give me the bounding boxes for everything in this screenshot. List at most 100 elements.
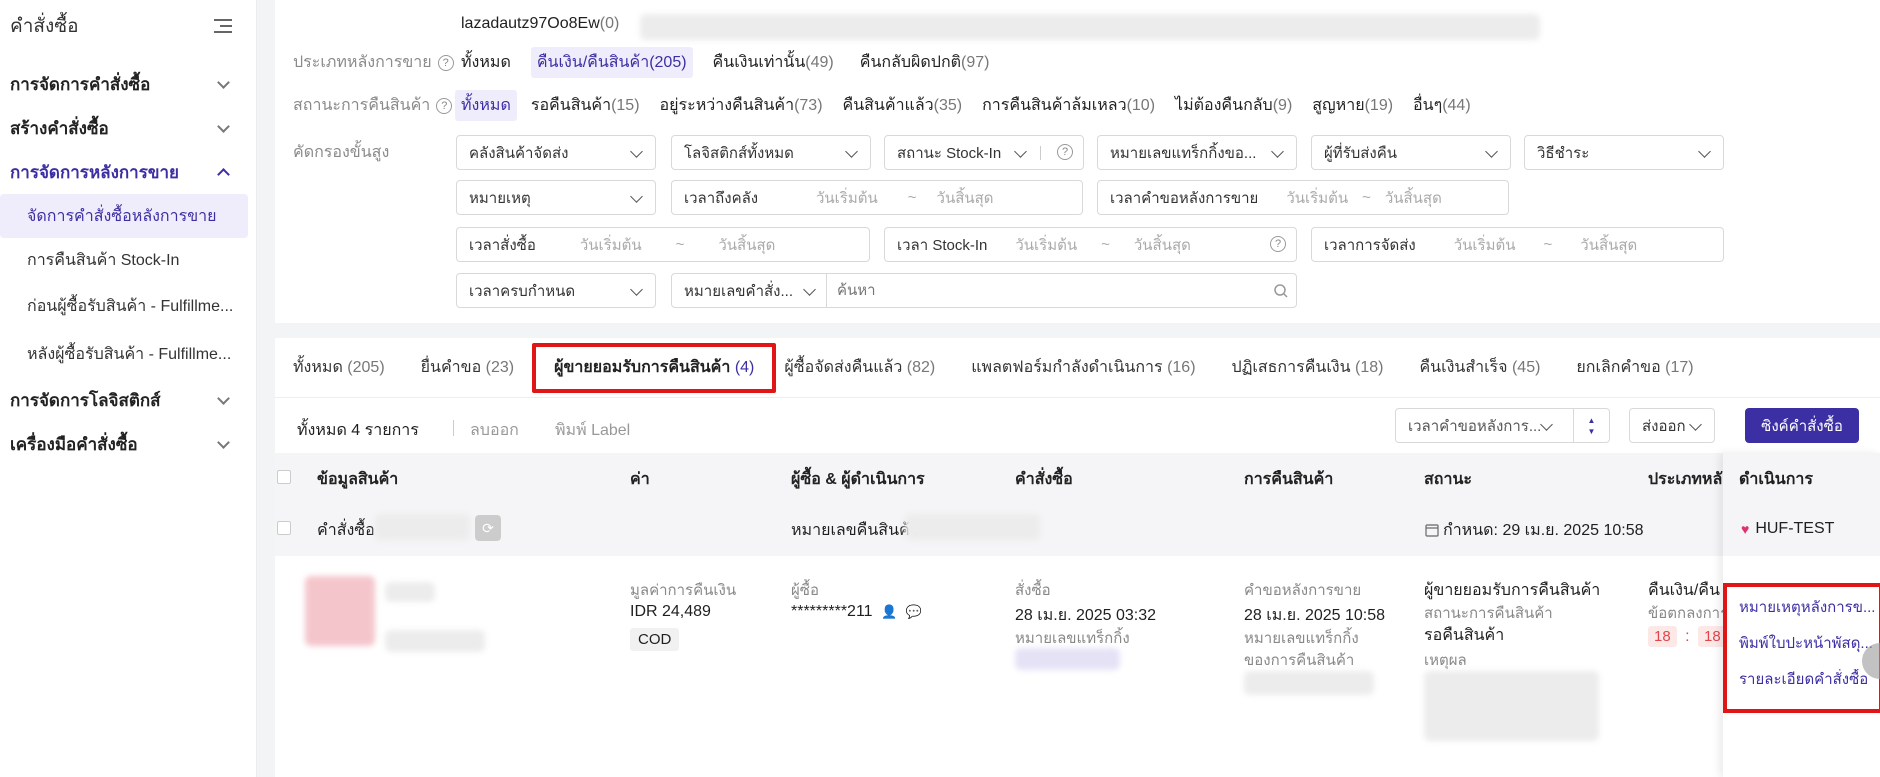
help-icon[interactable]: ?	[436, 97, 453, 114]
chip-status-pending[interactable]: รอคืนสินค้า(15)	[525, 90, 646, 121]
collapse-menu-icon[interactable]	[214, 18, 232, 34]
shop-label: ♥ HUF-TEST	[1723, 501, 1880, 556]
search-icon[interactable]	[1266, 283, 1296, 299]
action-links: หมายเหตุหลังการข... พิมพ์ใบปะหน้าพัสดุ..…	[1723, 583, 1880, 713]
chip-status-no-return[interactable]: ไม่ต้องคืนกลับ(9)	[1169, 90, 1298, 121]
payment-badge: COD	[630, 628, 680, 651]
delete-button[interactable]: ลบออก	[470, 418, 519, 443]
stockin-status-select[interactable]: สถานะ Stock-In?	[884, 135, 1084, 170]
chevron-down-icon	[217, 435, 230, 449]
calendar-icon	[1425, 524, 1439, 537]
order-detail-link[interactable]: รายละเอียดคำสั่งซื้อ	[1739, 669, 1879, 705]
chip-type-abnormal[interactable]: คืนกลับผิดปกติ(97)	[854, 47, 996, 78]
tab-refund-rejected[interactable]: ปฏิเสธการคืนเงิน (18)	[1214, 355, 1402, 380]
export-button[interactable]: ส่งออก	[1629, 408, 1715, 443]
order-time-range[interactable]: เวลาสั่งซื้อ วันเริ่มต้น ~ วันสิ้นสุด	[456, 227, 870, 262]
chip-status-other[interactable]: อื่นๆ(44)	[1407, 90, 1477, 121]
chip-status-returned[interactable]: คืนสินค้าแล้ว(35)	[837, 90, 969, 121]
sort-select[interactable]: เวลาคำขอหลังการ... ▲ ▼	[1395, 408, 1610, 443]
sidebar-group-create-order[interactable]: สร้างคำสั่งซื้อ	[0, 106, 256, 150]
sidebar-group-logistics[interactable]: การจัดการโลจิสติกส์	[0, 378, 256, 422]
payment-select[interactable]: วิธีชำระ	[1524, 135, 1724, 170]
print-shipping-label-link[interactable]: พิมพ์ใบปะหน้าพัสดุ...	[1739, 633, 1879, 669]
product-thumbnail[interactable]	[305, 576, 375, 646]
tab-all[interactable]: ทั้งหมด (205)	[275, 355, 403, 380]
order-no-type-select[interactable]: หมายเลขคำสั่ง...	[672, 274, 827, 307]
tab-platform-processing[interactable]: แพลตฟอร์มกำลังดำเนินการ (16)	[953, 355, 1213, 380]
request-time: 28 เม.ย. 2025 10:58	[1244, 607, 1386, 624]
logistics-select[interactable]: โลจิสติกส์ทั้งหมด	[671, 135, 871, 170]
chip-status-failed[interactable]: การคืนสินค้าล้มเหลว(10)	[976, 90, 1161, 121]
sidebar-group-order-management[interactable]: การจัดการคำสั่งซื้อ	[0, 62, 256, 106]
sidebar-item-before-receive[interactable]: ก่อนผู้ซื้อรับสินค้า - Fulfillme...	[0, 282, 256, 330]
sidebar-item-after-receive[interactable]: หลังผู้ซื้อรับสินค้า - Fulfillme...	[0, 330, 256, 378]
chip-status-returning[interactable]: อยู่ระหว่างคืนสินค้า(73)	[654, 90, 829, 121]
stockin-time-range[interactable]: เวลา Stock-In วันเริ่มต้น ~ วันสิ้นสุด?	[884, 227, 1297, 262]
chevron-down-icon	[1014, 145, 1027, 158]
tab-buyer-shipped[interactable]: ผู้ซื้อจัดส่งคืนแล้ว (82)	[776, 355, 953, 380]
help-icon[interactable]: ?	[1270, 236, 1286, 252]
sidebar-group-order-tools[interactable]: เครื่องมือคำสั่งซื้อ	[0, 422, 256, 466]
copy-icon[interactable]: ⟳	[475, 515, 501, 541]
sidebar-item-aftersale-orders[interactable]: จัดการคำสั่งซื้อหลังการขาย	[0, 194, 248, 238]
warehouse-time-range[interactable]: เวลาถึงคลัง วันเริ่มต้น ~ วันสิ้นสุด	[671, 180, 1083, 215]
results-panel: ทั้งหมด (205) ยื่นคำขอ (23) ผู้ขายยอมรับ…	[275, 338, 1880, 777]
chevron-down-icon	[803, 283, 816, 296]
blurred-order-id	[375, 514, 470, 540]
total-count: ทั้งหมด 4 รายการ	[297, 422, 419, 439]
return-status-value: รอคืนสินค้า	[1424, 627, 1505, 644]
warehouse-select[interactable]: คลังสินค้าจัดส่ง	[456, 135, 656, 170]
chip-type-refund-return[interactable]: คืนเงิน/คืนสินค้า(205)	[530, 47, 693, 78]
status-title: ผู้ขายยอมรับการคืนสินค้า	[1424, 582, 1601, 599]
tab-seller-accepted[interactable]: ผู้ขายยอมรับการคืนสินค้า (4)	[532, 342, 777, 393]
aftersale-request-time-range[interactable]: เวลาคำขอหลังการขาย วันเริ่มต้น ~ วันสิ้นสุด	[1097, 180, 1509, 215]
order-search-group: หมายเลขคำสั่ง...	[671, 273, 1297, 308]
receiver-select[interactable]: ผู้ที่รับส่งคืน	[1311, 135, 1511, 170]
help-icon[interactable]: ?	[1057, 144, 1073, 160]
sidebar-item-stockin-return[interactable]: การคืนสินค้า Stock-In	[0, 238, 256, 282]
chip-status-all[interactable]: ทั้งหมด	[455, 90, 517, 121]
reason-select[interactable]: หมายเหตุ	[456, 180, 656, 215]
table-row-group-header: คำสั่งซื้อ ⟳ หมายเลขคืนสินค้า กำหนด: 29 …	[275, 501, 1880, 556]
sidebar-header: คำสั่งซื้อ	[0, 0, 256, 52]
chevron-down-icon	[217, 391, 230, 405]
sidebar-title: คำสั่งซื้อ	[10, 16, 79, 37]
tab-refund-success[interactable]: คืนเงินสำเร็จ (45)	[1401, 355, 1558, 380]
deadline-text: กำหนด: 29 เม.ย. 2025 10:58	[1425, 518, 1643, 543]
ship-time-range[interactable]: เวลาการจัดส่ง วันเริ่มต้น ~ วันสิ้นสุด	[1311, 227, 1724, 262]
select-all-checkbox[interactable]	[277, 470, 291, 484]
advanced-filter-label: คัดกรองขั้นสูง	[293, 144, 390, 161]
aftersale-note-link[interactable]: หมายเหตุหลังการข...	[1739, 597, 1879, 633]
heart-icon: ♥	[1741, 520, 1750, 537]
tab-requested[interactable]: ยื่นคำขอ (23)	[403, 355, 532, 380]
tracking-select[interactable]: หมายเลขแทร็กกิ้งขอ...	[1097, 135, 1297, 170]
aftersale-type-label: ประเภทหลังการขาย?	[293, 50, 454, 75]
refund-amount: IDR 24,489	[630, 603, 711, 620]
print-label-button[interactable]: พิมพ์ Label	[555, 418, 630, 443]
tracking-number[interactable]	[1015, 648, 1120, 670]
search-input[interactable]	[827, 275, 1266, 306]
chevron-down-icon	[1698, 145, 1711, 158]
sync-orders-button[interactable]: ซิงค์คำสั่งซื้อ	[1745, 408, 1859, 443]
return-status-chips: ทั้งหมด รอคืนสินค้า(15) อยู่ระหว่างคืนสิ…	[455, 90, 1477, 121]
row-checkbox[interactable]	[277, 521, 291, 535]
chevron-up-icon	[217, 167, 230, 181]
chevron-down-icon	[630, 190, 643, 203]
divider	[453, 420, 454, 436]
store-filter[interactable]: lazadautz97Oo8Ew(0)	[461, 15, 619, 33]
table-header: ข้อมูลสินค้า ค่า ผู้ซื้อ & ผู้ดำเนินการ …	[275, 453, 1880, 501]
chip-status-lost[interactable]: สูญหาย(19)	[1306, 90, 1399, 121]
chip-type-all[interactable]: ทั้งหมด	[455, 47, 517, 78]
chevron-down-icon	[1271, 145, 1284, 158]
return-status-label: สถานะการคืนสินค้า?	[293, 93, 453, 118]
tab-cancelled[interactable]: ยกเลิกคำขอ (17)	[1558, 355, 1711, 380]
sidebar-group-aftersale[interactable]: การจัดการหลังการขาย	[0, 150, 256, 194]
sort-order-icon[interactable]: ▲ ▼	[1573, 409, 1609, 442]
status-tabs: ทั้งหมด (205) ยื่นคำขอ (23) ผู้ขายยอมรับ…	[275, 338, 1880, 398]
chip-type-refund-only[interactable]: คืนเงินเท่านั้น(49)	[707, 47, 840, 78]
chat-icon[interactable]: 💬	[906, 604, 922, 619]
sidebar: คำสั่งซื้อ การจัดการคำสั่งซื้อ สร้างคำสั…	[0, 0, 257, 777]
deadline-select[interactable]: เวลาครบกำหนด	[456, 273, 656, 308]
user-icon[interactable]: 👤	[881, 604, 897, 619]
help-icon[interactable]: ?	[437, 54, 454, 71]
